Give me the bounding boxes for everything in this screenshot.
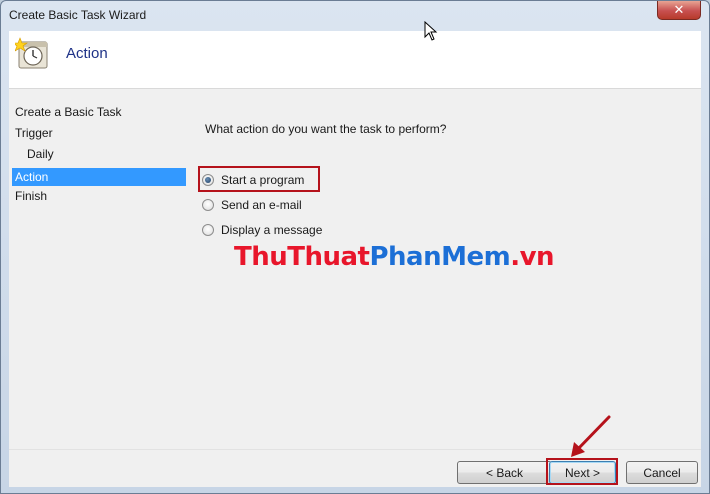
nav-step-label: Create a Basic Task: [15, 105, 122, 119]
radio-display-message[interactable]: [202, 224, 214, 236]
nav-step-label: Daily: [27, 147, 54, 161]
nav-step-label: Trigger: [15, 126, 53, 140]
nav-step-finish[interactable]: Finish: [12, 187, 186, 205]
close-button[interactable]: ✕: [657, 1, 701, 20]
nav-step-label: Action: [15, 170, 49, 184]
nav-step-create-basic-task[interactable]: Create a Basic Task: [12, 103, 186, 121]
back-button[interactable]: < Back: [457, 461, 552, 484]
option-label: Display a message: [221, 223, 323, 237]
wizard-steps-nav: Create a Basic Task Trigger Daily Action…: [9, 89, 189, 449]
next-button[interactable]: Next >: [549, 461, 616, 484]
option-send-email[interactable]: Send an e-mail: [202, 196, 302, 214]
nav-step-action[interactable]: Action: [12, 168, 186, 186]
watermark-part: .vn: [510, 242, 555, 272]
option-start-program[interactable]: Start a program: [202, 171, 304, 189]
nav-step-trigger[interactable]: Trigger: [12, 124, 186, 142]
page-title: Action: [66, 45, 108, 62]
watermark-part: ThuThuat: [234, 242, 370, 272]
mouse-cursor-icon: [424, 21, 438, 41]
task-scheduler-clock-icon: [15, 37, 48, 69]
nav-step-daily[interactable]: Daily: [12, 145, 186, 163]
close-icon: ✕: [673, 2, 685, 18]
window-title: Create Basic Task Wizard: [9, 8, 147, 22]
title-bar[interactable]: Create Basic Task Wizard ✕: [1, 1, 709, 31]
watermark: ThuThuatPhanMem.vn: [234, 242, 555, 272]
annotation-arrow-icon: [571, 415, 611, 457]
option-label: Start a program: [221, 173, 305, 187]
wizard-header: Action: [9, 31, 701, 89]
option-label: Send an e-mail: [221, 198, 302, 212]
nav-step-label: Finish: [15, 189, 48, 203]
wizard-content: Create a Basic Task Trigger Daily Action…: [9, 89, 701, 449]
action-question: What action do you want the task to perf…: [205, 122, 447, 136]
radio-start-program[interactable]: [202, 174, 214, 186]
option-display-message[interactable]: Display a message: [202, 221, 322, 239]
radio-send-email[interactable]: [202, 199, 214, 211]
watermark-part: PhanMem: [369, 242, 511, 272]
cancel-button[interactable]: Cancel: [626, 461, 698, 484]
